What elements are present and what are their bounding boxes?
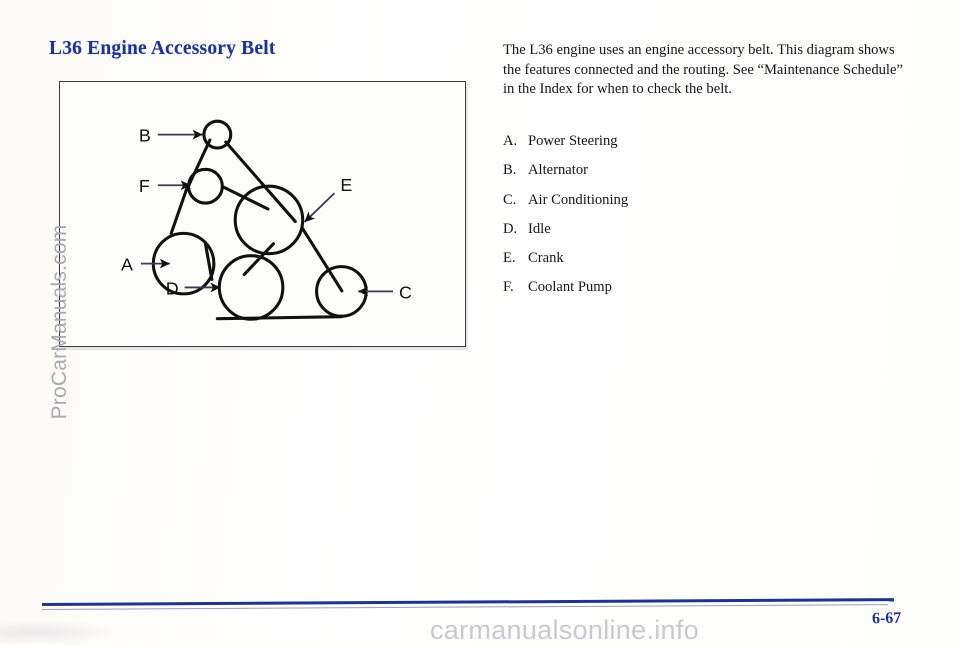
legend-letter: A. [503, 133, 518, 149]
list-item: B. Alternator [503, 162, 893, 191]
belt-routing-diagram: B F A D E C [121, 119, 412, 321]
belt-segment-e-to-c [300, 226, 344, 293]
legend-label: Air Conditioning [528, 191, 629, 208]
legend-label: Crank [528, 250, 564, 267]
legend-label: Idle [528, 220, 551, 237]
scan-artifact [0, 620, 120, 645]
page-title: L36 Engine Accessory Belt [49, 38, 276, 59]
callout-label-a: A [121, 255, 133, 275]
pulleys-group [151, 119, 368, 321]
footer-rules [0, 596, 960, 622]
callout-label-b: B [139, 126, 151, 146]
legend-label: Power Steering [528, 133, 618, 149]
leader-e [304, 192, 336, 223]
page-number: 6-67 [871, 609, 902, 628]
pulley-alternator-b [202, 119, 233, 150]
belt-diagram-figure: B F A D E C [59, 81, 466, 347]
intro-paragraph: The L36 engine uses an engine accessory … [503, 42, 903, 98]
list-item: E. Crank [503, 250, 893, 279]
pulley-coolant-pump-f [187, 167, 224, 205]
component-legend: A. Power Steering B. Alternator C. Air C… [503, 133, 893, 309]
callout-label-c: C [399, 282, 412, 302]
legend-label: Coolant Pump [528, 279, 612, 296]
callout-label-f: F [139, 176, 150, 196]
legend-letter: F. [503, 279, 514, 296]
callout-label-d: D [166, 278, 179, 298]
legend-letter: C. [503, 191, 517, 208]
legend-letter: E. [503, 250, 516, 267]
list-item: F. Coolant Pump [503, 279, 893, 308]
belt-segment-f-to-a [169, 186, 189, 235]
callout-labels: B F A D E C [121, 126, 412, 303]
list-item: A. Power Steering [503, 133, 893, 162]
callout-label-e: E [340, 175, 352, 195]
list-item: D. Idle [503, 221, 893, 250]
legend-letter: B. [503, 162, 517, 179]
legend-letter: D. [503, 220, 518, 237]
legend-label: Alternator [528, 162, 588, 179]
list-item: C. Air Conditioning [503, 192, 893, 221]
